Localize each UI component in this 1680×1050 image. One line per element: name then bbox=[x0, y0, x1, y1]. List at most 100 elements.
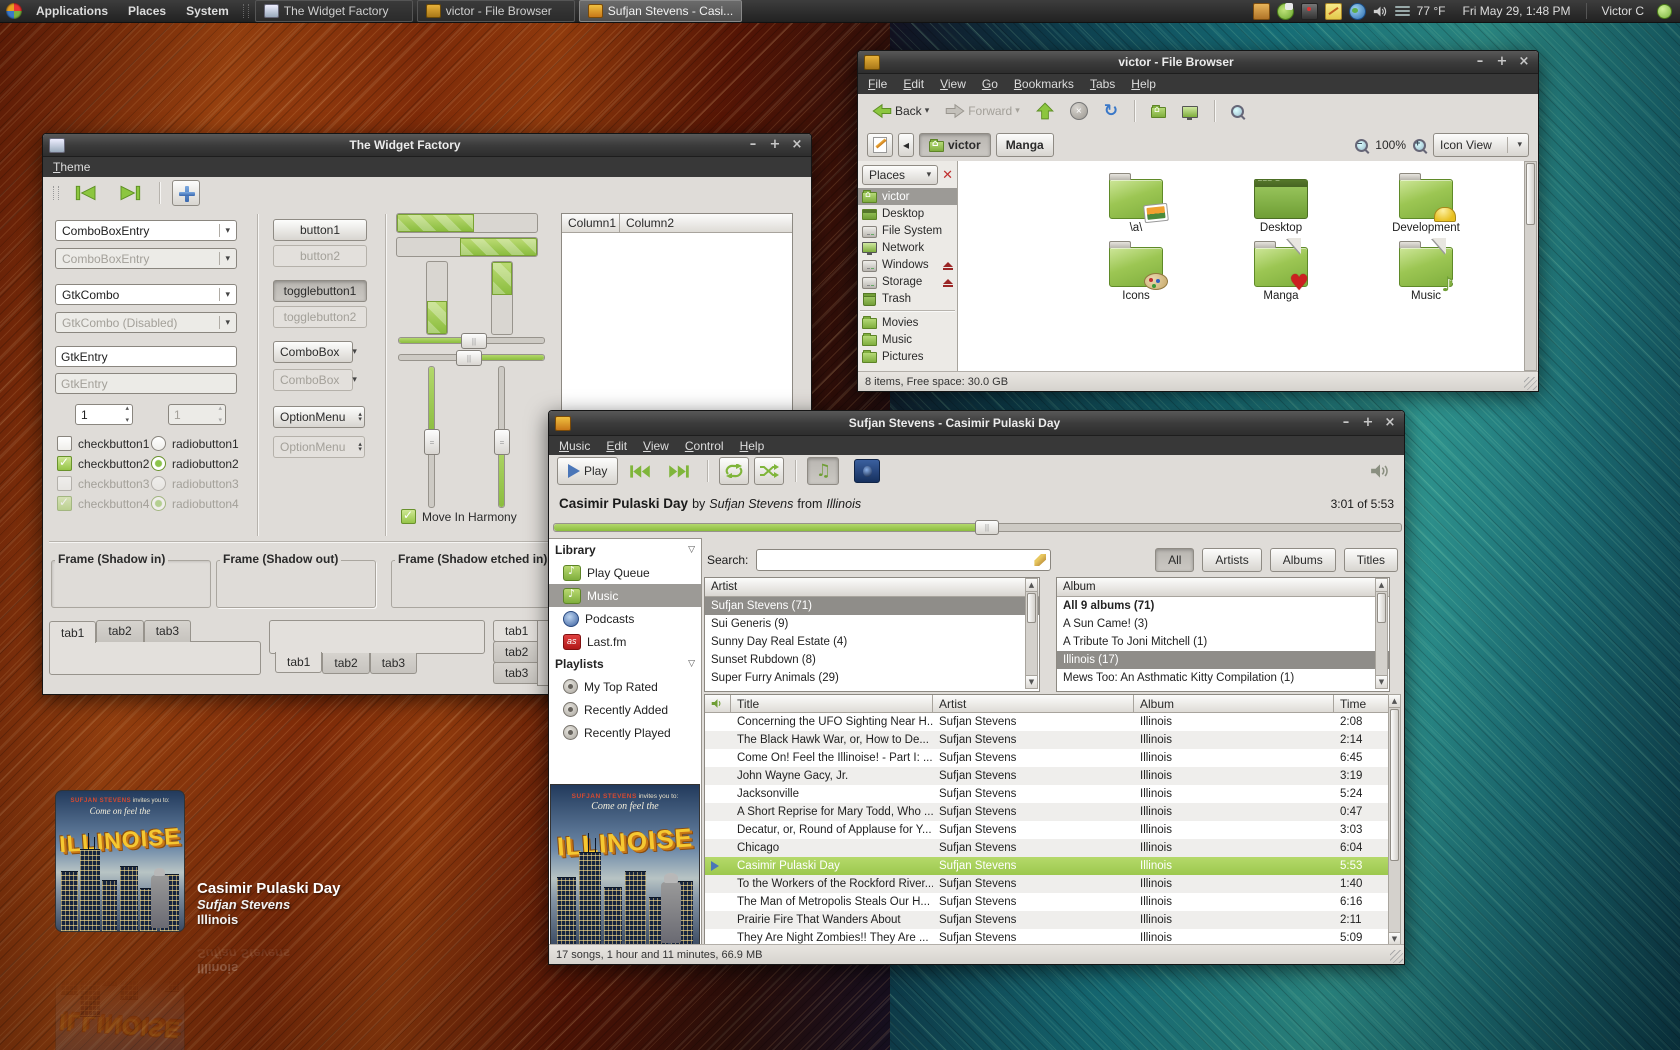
folder-item[interactable]: Icons bbox=[1078, 237, 1194, 302]
vscale-2[interactable]: = bbox=[498, 366, 505, 508]
slider-handle[interactable]: = bbox=[424, 429, 440, 455]
gtkcombo[interactable]: GtkCombo▾ bbox=[55, 284, 237, 305]
presence-status-icon[interactable] bbox=[1657, 4, 1672, 19]
notebook-tab[interactable]: tab1 bbox=[493, 620, 537, 642]
temperature[interactable]: 77 °F bbox=[1417, 4, 1446, 18]
album-row[interactable]: All 9 albums (71) bbox=[1057, 597, 1389, 615]
togglebutton1[interactable]: togglebutton1 bbox=[273, 280, 367, 302]
close-sidebar-icon[interactable]: ✕ bbox=[942, 168, 953, 183]
spin-up-icon[interactable]: ▴ bbox=[125, 404, 129, 412]
checkbox-icon[interactable] bbox=[57, 476, 72, 491]
visualizer-button[interactable] bbox=[854, 459, 880, 483]
vscale-1[interactable]: = bbox=[428, 366, 435, 508]
menubar-item[interactable]: Go bbox=[974, 75, 1006, 93]
minimize-button[interactable]: – bbox=[1338, 415, 1354, 431]
places-item[interactable]: ⌂ Desktop bbox=[858, 205, 957, 222]
radiobutton[interactable]: radiobutton4 bbox=[151, 497, 239, 510]
treeview-column2-header[interactable]: Column2 bbox=[620, 214, 792, 233]
notebook-tab[interactable]: tab1 bbox=[275, 652, 322, 673]
menubar-item[interactable]: Help bbox=[1123, 75, 1164, 93]
distro-menu-icon[interactable] bbox=[6, 3, 22, 19]
checkbox-icon[interactable] bbox=[57, 436, 72, 451]
artist-row[interactable]: Sunny Day Real Estate (4) bbox=[705, 633, 1039, 651]
filter-button[interactable]: Artists bbox=[1202, 548, 1261, 572]
forward-history-caret[interactable]: ▾ bbox=[1015, 106, 1020, 116]
panel-menu-item[interactable]: Places bbox=[118, 0, 176, 22]
notebook-tab[interactable]: tab3 bbox=[370, 653, 417, 674]
clear-search-icon[interactable] bbox=[1034, 554, 1046, 566]
notebook-tab[interactable]: tab1 bbox=[49, 621, 96, 643]
filter-button[interactable]: Albums bbox=[1270, 548, 1336, 572]
eject-icon[interactable] bbox=[943, 279, 953, 284]
folder-item[interactable]: Desktop bbox=[1223, 169, 1339, 234]
artist-scrollbar[interactable]: ▲▼ bbox=[1025, 578, 1038, 689]
eject-icon[interactable] bbox=[943, 262, 953, 267]
panel-handle[interactable] bbox=[243, 4, 249, 18]
next-theme-button[interactable] bbox=[111, 180, 147, 206]
menubar-item[interactable]: View bbox=[635, 437, 677, 455]
track-row[interactable]: A Short Reprise for Mary Todd, Who ... S… bbox=[705, 803, 1389, 821]
radio-icon[interactable] bbox=[151, 436, 166, 451]
search-button[interactable] bbox=[1225, 102, 1250, 121]
places-item[interactable]: Trash bbox=[858, 290, 957, 307]
radio-icon[interactable] bbox=[151, 496, 166, 511]
combobox[interactable]: ComboBox▾ bbox=[273, 341, 353, 363]
menubar-item[interactable]: Music bbox=[551, 437, 598, 455]
seek-slider[interactable]: || bbox=[553, 523, 1402, 532]
back-history-caret[interactable]: ▾ bbox=[925, 106, 930, 116]
checkbutton[interactable]: checkbutton4 bbox=[57, 497, 149, 510]
panel-menu-item[interactable]: System bbox=[176, 0, 239, 22]
zoom-out-icon[interactable]: – bbox=[1355, 139, 1368, 152]
track-row[interactable]: Prairie Fire That Wanders About Sufjan S… bbox=[705, 911, 1389, 929]
path-scroll-left-button[interactable]: ◂ bbox=[898, 133, 914, 157]
hscale-2[interactable]: || bbox=[398, 354, 545, 361]
checkbutton[interactable]: checkbutton3 bbox=[57, 477, 149, 490]
maximize-button[interactable]: + bbox=[767, 137, 783, 153]
artist-row[interactable]: Super Furry Animals (29) bbox=[705, 669, 1039, 687]
track-row[interactable]: The Black Hawk War, or, How to De... Suf… bbox=[705, 731, 1389, 749]
places-mode-select[interactable]: Places▾ bbox=[862, 165, 938, 185]
package-manager-icon[interactable] bbox=[1253, 3, 1270, 20]
radio-icon[interactable] bbox=[151, 456, 166, 471]
previous-theme-button[interactable] bbox=[69, 180, 105, 206]
track-row[interactable]: Chicago Sufjan Stevens Illinois 6:04 bbox=[705, 839, 1389, 857]
places-item[interactable]: ⌂ victor bbox=[858, 188, 957, 205]
menu-theme[interactable]: Theme bbox=[45, 158, 98, 176]
menubar-item[interactable]: File bbox=[860, 75, 895, 93]
network-globe-icon[interactable] bbox=[1349, 3, 1366, 20]
icon-view[interactable]: \a\ Desktop Development bbox=[958, 161, 1537, 371]
track-row[interactable]: John Wayne Gacy, Jr. Sufjan Stevens Illi… bbox=[705, 767, 1389, 785]
stop-button[interactable]: × bbox=[1064, 99, 1094, 123]
music-player-titlebar[interactable]: Sufjan Stevens - Casimir Pulaski Day – +… bbox=[549, 411, 1404, 436]
play-button[interactable]: Play bbox=[557, 457, 618, 485]
album-row[interactable]: Illinois (17) bbox=[1057, 651, 1389, 669]
search-input[interactable] bbox=[756, 549, 1051, 571]
folder-item[interactable]: ♪ Music bbox=[1368, 237, 1484, 302]
reload-button[interactable]: ↻ bbox=[1098, 98, 1124, 124]
weather-icon[interactable] bbox=[1395, 4, 1410, 19]
seek-handle[interactable]: || bbox=[975, 520, 999, 535]
artist-row[interactable]: Sufjan Stevens (71) bbox=[705, 597, 1039, 615]
folder-item[interactable]: Pictures bbox=[1511, 237, 1537, 302]
taskbar-window-button[interactable]: The Widget Factory bbox=[255, 0, 413, 22]
widget-factory-titlebar[interactable]: The Widget Factory – + × bbox=[43, 134, 811, 157]
zoom-level[interactable]: 100% bbox=[1375, 138, 1406, 152]
button1[interactable]: button1 bbox=[273, 219, 367, 241]
playlist-item[interactable]: My Top Rated bbox=[549, 675, 701, 698]
menubar-item[interactable]: Control bbox=[677, 437, 732, 455]
notebook-tab[interactable]: tab2 bbox=[493, 641, 537, 663]
folder-item[interactable]: \a\ bbox=[1078, 169, 1194, 234]
filter-button[interactable]: Titles bbox=[1344, 548, 1398, 572]
toggle-location-entry-button[interactable] bbox=[867, 133, 893, 157]
bookmark-item[interactable]: Pictures bbox=[858, 348, 957, 365]
next-button[interactable] bbox=[662, 461, 696, 482]
radiobutton[interactable]: radiobutton1 bbox=[151, 437, 239, 450]
source-item[interactable]: Last.fm bbox=[549, 630, 701, 653]
input-device-icon[interactable] bbox=[1301, 3, 1318, 20]
home-button[interactable]: ⌂ bbox=[1145, 102, 1172, 121]
radiobutton[interactable]: radiobutton3 bbox=[151, 477, 239, 490]
playlist-item[interactable]: Recently Played bbox=[549, 721, 701, 744]
playlists-header[interactable]: Playlists▽ bbox=[549, 653, 701, 675]
track-row[interactable]: Casimir Pulaski Day Sufjan Stevens Illin… bbox=[705, 857, 1389, 875]
minimize-button[interactable]: – bbox=[745, 137, 761, 153]
